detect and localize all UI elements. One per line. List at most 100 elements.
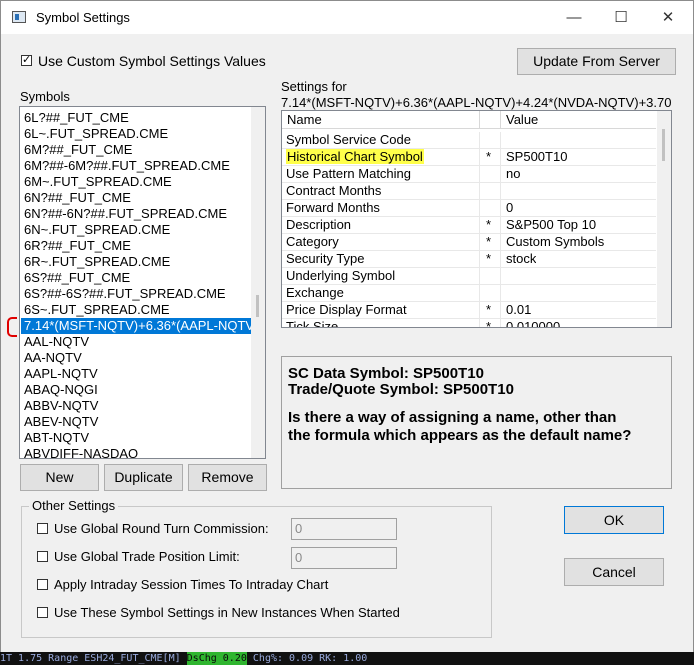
background-chart-strip: 1T 1.75 Range ESH24_FUT_CME[M] DsChg 0.2… (0, 652, 694, 665)
symbol-list-item[interactable]: 6R?##_FUT_CME (24, 238, 131, 254)
settings-row[interactable]: Use Pattern Matching no (282, 166, 656, 183)
question-line-1: Is there a way of assigning a name, othe… (288, 409, 617, 426)
maximize-button[interactable]: ☐ (598, 1, 644, 34)
settings-row[interactable]: Underlying Symbol (282, 268, 656, 285)
symbol-list-item[interactable]: AA-NQTV (24, 350, 82, 366)
update-from-server-button[interactable]: Update From Server (517, 48, 676, 75)
settings-row[interactable]: Symbol Service Code (282, 132, 656, 149)
settings-row[interactable]: Contract Months (282, 183, 656, 200)
app-window-icon (12, 11, 26, 23)
name-column-header[interactable]: Name (287, 112, 322, 128)
use-custom-settings-checkbox[interactable] (21, 53, 32, 66)
symbol-list-item[interactable]: 6N?##-6N?##.FUT_SPREAD.CME (24, 206, 227, 222)
background-chart-green-label: DsChg 0.20 (186, 652, 247, 665)
setting-name: Price Display Format (286, 302, 407, 318)
symbol-list-item-selected[interactable]: 7.14*(MSFT-NQTV)+6.36*(AAPL-NQTV (21, 318, 254, 334)
symbols-scrollbar[interactable] (251, 107, 265, 458)
new-button[interactable]: New (20, 464, 99, 491)
column-divider (479, 166, 480, 183)
setting-value[interactable]: 0.01 (506, 302, 531, 318)
settings-row[interactable]: Forward Months 0 (282, 200, 656, 217)
symbol-list-item[interactable]: 6M~.FUT_SPREAD.CME (24, 174, 172, 190)
setting-modified-marker: * (486, 319, 492, 328)
cancel-button[interactable]: Cancel (564, 558, 664, 586)
settings-row[interactable]: Historical Chart Symbol * SP500T10 (282, 149, 656, 166)
setting-name-text: Underlying Symbol (286, 268, 396, 283)
setting-value[interactable]: 0 (506, 200, 513, 216)
column-divider (500, 285, 501, 302)
background-chart-label: 1T 1.75 Range ESH24_FUT_CME[M] (0, 653, 181, 664)
symbol-settings-dialog: Symbol Settings — ☐ ✕ Use Custom Symbol … (0, 0, 694, 665)
symbols-label: Symbols (20, 89, 70, 104)
column-divider (479, 319, 480, 327)
symbol-list-item[interactable]: 6N?##_FUT_CME (24, 190, 131, 206)
setting-name-text: Category (286, 234, 339, 249)
setting-value[interactable]: SP500T10 (506, 149, 567, 165)
symbol-list-item[interactable]: ABVDIFF-NASDAQ (24, 446, 138, 458)
red-marker-annotation (7, 317, 17, 337)
round-turn-commission-input[interactable]: 0 (291, 518, 397, 540)
symbol-list-item[interactable]: 6M?##_FUT_CME (24, 142, 132, 158)
setting-name: Forward Months (286, 200, 380, 216)
symbol-list-item[interactable]: 6M?##-6M?##.FUT_SPREAD.CME (24, 158, 230, 174)
settings-row[interactable]: Category * Custom Symbols (282, 234, 656, 251)
column-divider (479, 251, 480, 268)
symbols-scroll-thumb[interactable] (256, 295, 259, 317)
symbol-info-panel: SC Data Symbol: SP500T10 Trade/Quote Sym… (281, 356, 672, 489)
symbol-list-item[interactable]: 6R~.FUT_SPREAD.CME (24, 254, 170, 270)
intraday-session-checkbox[interactable] (37, 579, 48, 590)
settings-row[interactable]: Security Type * stock (282, 251, 656, 268)
settings-formula-text: 7.14*(MSFT-NQTV)+6.36*(AAPL-NQTV)+4.24*(… (281, 95, 672, 110)
setting-modified-marker: * (486, 251, 492, 266)
duplicate-button[interactable]: Duplicate (104, 464, 183, 491)
close-button[interactable]: ✕ (645, 1, 691, 34)
header-divider (500, 111, 501, 129)
settings-row[interactable]: Tick Size * 0.010000 (282, 319, 656, 328)
setting-value[interactable]: 0.010000 (506, 319, 560, 327)
setting-name-text: Symbol Service Code (286, 132, 411, 147)
setting-modified-marker: * (486, 149, 492, 164)
settings-row[interactable]: Description * S&P500 Top 10 (282, 217, 656, 234)
column-divider (479, 200, 480, 217)
symbol-list-item[interactable]: 6L~.FUT_SPREAD.CME (24, 126, 168, 142)
round-turn-commission-checkbox[interactable] (37, 523, 48, 534)
symbol-list-item[interactable]: AAPL-NQTV (24, 366, 98, 382)
symbol-list-item[interactable]: 6S?##-6S?##.FUT_SPREAD.CME (24, 286, 226, 302)
settings-grid[interactable]: Name Value Symbol Service Code Historical… (281, 110, 672, 328)
window-title: Symbol Settings (36, 10, 130, 25)
symbol-list-item[interactable]: ABT-NQTV (24, 430, 89, 446)
remove-button[interactable]: Remove (188, 464, 267, 491)
symbol-list-item[interactable]: 6N~.FUT_SPREAD.CME (24, 222, 170, 238)
ok-button[interactable]: OK (564, 506, 664, 534)
minimize-button[interactable]: — (551, 1, 597, 34)
symbol-list-item[interactable]: 6S~.FUT_SPREAD.CME (24, 302, 170, 318)
column-divider (479, 302, 480, 319)
trade-position-limit-input[interactable]: 0 (291, 547, 397, 569)
settings-row[interactable]: Price Display Format * 0.01 (282, 302, 656, 319)
value-column-header[interactable]: Value (506, 112, 538, 128)
trade-position-limit-checkbox[interactable] (37, 551, 48, 562)
header-divider (479, 111, 480, 129)
settings-grid-scroll-thumb[interactable] (662, 129, 665, 161)
new-instances-checkbox[interactable] (37, 607, 48, 618)
settings-grid-scrollbar[interactable] (657, 111, 671, 327)
column-divider (500, 149, 501, 166)
symbol-list-item[interactable]: ABBV-NQTV (24, 398, 98, 414)
setting-value[interactable]: Custom Symbols (506, 234, 604, 250)
symbol-list-item[interactable]: ABAQ-NQGI (24, 382, 98, 398)
settings-grid-header: Name Value (282, 111, 656, 129)
title-bar[interactable]: Symbol Settings — ☐ ✕ (1, 1, 693, 34)
symbol-list-item[interactable]: ABEV-NQTV (24, 414, 98, 430)
symbol-list-item[interactable]: AAL-NQTV (24, 334, 89, 350)
setting-value[interactable]: S&P500 Top 10 (506, 217, 596, 233)
setting-value[interactable]: no (506, 166, 520, 182)
column-divider (479, 183, 480, 200)
symbol-list-item[interactable]: 6S?##_FUT_CME (24, 270, 130, 286)
setting-name: Security Type (286, 251, 365, 267)
symbol-list-item[interactable]: 6L?##_FUT_CME (24, 110, 129, 126)
settings-row[interactable]: Exchange (282, 285, 656, 302)
setting-value[interactable]: stock (506, 251, 536, 267)
symbols-listbox[interactable]: 6L?##_FUT_CME 6L~.FUT_SPREAD.CME 6M?##_FUT… (19, 106, 266, 459)
column-divider (479, 217, 480, 234)
setting-name: Exchange (286, 285, 344, 301)
